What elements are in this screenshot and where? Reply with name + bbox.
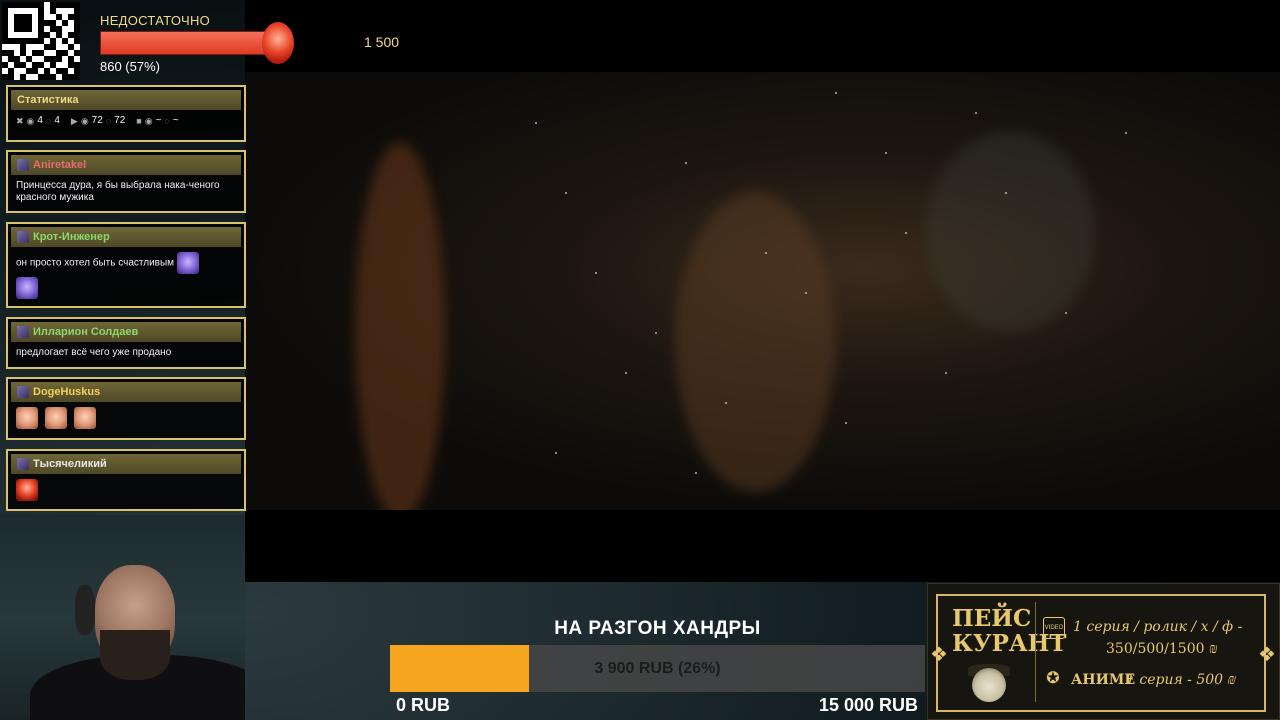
alert-goal-target: 1 500 (364, 34, 400, 50)
avatar (17, 458, 29, 470)
alert-goal-current: 860 (57%) (100, 59, 160, 74)
streamer-beard (100, 630, 170, 680)
chat-username[interactable]: DogeHuskus (33, 386, 100, 398)
emote-icon (16, 407, 38, 429)
chat-username[interactable]: Тысячеликий (33, 458, 107, 470)
emote-icon (16, 479, 38, 501)
chat-message-text: Принцесса дура, я бы выбрала нака-ченого… (16, 180, 220, 203)
video-icon: VIDEO (1043, 617, 1065, 639)
chat-message-header: Aniretakel (11, 155, 241, 175)
stat-value: 72 (91, 115, 103, 126)
chat-message-text: предлогает всё чего уже продано (16, 347, 172, 358)
stat-value: 4 (54, 115, 60, 126)
stats-row: ✖ ◉ 4 ◌ 4 ▶ ◉ 72 ◌ 72 ■ ◉ ~ ◌ ~ (16, 115, 236, 127)
avatar (17, 231, 29, 243)
price-row-anime: 1 серия - 500 ₪ (1126, 672, 1237, 688)
donation-goal-min: 0 RUB (396, 695, 451, 715)
price-row-video-values: 350/500/1500 ₪ (1106, 641, 1218, 657)
headphones-icon (75, 585, 95, 635)
ornament-icon: ❖ (1258, 644, 1276, 666)
ornament-icon: ❖ (930, 644, 948, 666)
emote-icon (176, 252, 199, 274)
stats-card: Статистика ✖ ◉ 4 ◌ 4 ▶ ◉ 72 ◌ 72 ■ ◉ ~ ◌… (6, 85, 246, 142)
emote-icon (73, 407, 96, 429)
stats-title: Статистика (11, 90, 241, 110)
chat-icon: ◌ (45, 116, 52, 126)
donation-goal-bar: 3 900 RUB (26%) (390, 645, 925, 692)
play-icon: ▶ (70, 116, 78, 126)
divider (1035, 602, 1036, 702)
eye-icon: ◉ (144, 116, 153, 126)
donation-goal-title: НА РАЗГОН ХАНДРЫ (554, 618, 761, 639)
alert-goal-label: НЕДОСТАТОЧНО (100, 13, 211, 28)
donation-goal-progress-text: 3 900 RUB (26%) (594, 660, 721, 677)
price-list-panel: ❖ ❖ ПЕЙС КУРАНТ VIDEO 1 серия / ролик / … (927, 583, 1280, 720)
price-list-title: ПЕЙС КУРАНТ (952, 605, 1066, 656)
chat-username[interactable]: Крот-Инженер (33, 231, 110, 243)
chat-icon: ◌ (164, 116, 170, 126)
chat-icon: ◌ (105, 116, 112, 126)
bottom-letterbox (245, 510, 1280, 582)
video-frame[interactable] (245, 72, 1280, 510)
qr-code-icon (2, 2, 80, 80)
video-highlight-right (925, 132, 1095, 332)
chat-message-header: Крот-Инженер (11, 227, 241, 247)
eye-icon: ◉ (26, 116, 35, 126)
video-highlight-center (675, 192, 835, 492)
stat-value: ~ (155, 115, 162, 126)
chat-message: Aniretakel Принцесса дура, я бы выбрала … (6, 150, 246, 213)
spy-icon (972, 668, 1006, 702)
chat-message-header: DogeHuskus (11, 382, 241, 402)
avatar (17, 326, 29, 338)
alert-goal-bar (100, 31, 267, 55)
chat-message: Крот-Инженер он просто хотел быть счастл… (6, 222, 246, 308)
chat-message-header: Илларион Солдаев (11, 322, 241, 342)
donation-goal-max: 15 000 RUB (818, 695, 918, 715)
chat-username[interactable]: Aniretakel (33, 159, 86, 171)
chat-username[interactable]: Илларион Солдаев (33, 326, 138, 338)
price-title-line1: ПЕЙС (952, 605, 1032, 632)
video-highlight-left (355, 142, 445, 510)
emote-icon (44, 407, 67, 429)
chat-message: Тысячеликий (6, 449, 246, 511)
chat-message: DogeHuskus (6, 377, 246, 440)
close-icon: ✖ (16, 116, 24, 126)
stat-value: 4 (37, 115, 43, 126)
video-icon: ■ (136, 116, 142, 126)
price-row-video: 1 серия / ролик / х / ф - (1073, 619, 1243, 635)
avatar (17, 159, 29, 171)
stat-value: 72 (114, 115, 126, 126)
top-letterbox (245, 0, 1280, 72)
chat-message-header: Тысячеликий (11, 454, 241, 474)
chat-message: Илларион Солдаев предлогает всё чего уже… (6, 317, 246, 369)
emote-icon (16, 277, 38, 299)
chat-message-text: он просто хотел быть счастливым (16, 257, 175, 269)
eye-icon: ◉ (80, 116, 89, 126)
alert-avatar-icon (262, 22, 294, 64)
anime-icon: ✪ (1046, 670, 1060, 687)
webcam-feed (0, 515, 245, 720)
stat-value: ~ (172, 115, 179, 126)
avatar (17, 386, 29, 398)
